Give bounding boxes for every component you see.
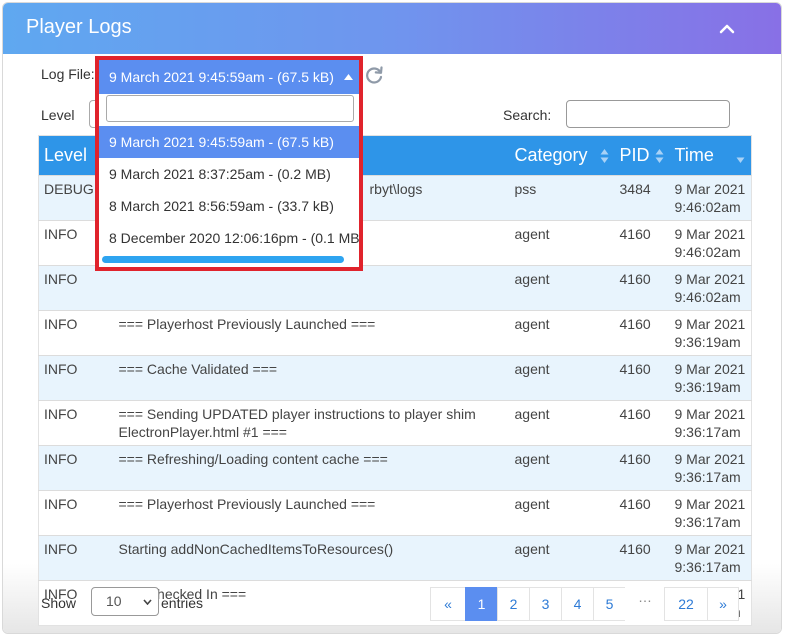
cell-message: === Playerhost Previously Launched === (113, 310, 510, 356)
cell-pid: 4160 (614, 445, 670, 491)
log-file-selected-value: 9 March 2021 9:45:59am - (67.5 kB) (109, 69, 334, 85)
table-row: INFO Starting addNonCachedItemsToResourc… (38, 535, 752, 581)
cell-category: agent (509, 490, 615, 536)
log-file-search-input[interactable] (106, 95, 354, 122)
cell-category: agent (509, 535, 615, 581)
column-header-category-label: Category (514, 145, 588, 165)
refresh-icon[interactable] (363, 64, 385, 86)
cell-level: INFO (38, 400, 114, 446)
caret-up-icon (344, 74, 353, 80)
cell-pid: 4160 (614, 265, 670, 311)
panel-header: Player Logs (3, 3, 781, 54)
cell-message: Starting addNonCachedItemsToResources() (113, 535, 510, 581)
cell-pid: 4160 (614, 310, 670, 356)
cell-time: 9 Mar 2021 9:36:17am (669, 445, 752, 491)
cell-time: 9 Mar 2021 9:46:02am (669, 265, 752, 311)
cell-category: agent (509, 265, 615, 311)
cell-time: 9 Mar 2021 9:36:17am (669, 535, 752, 581)
log-file-select[interactable]: 9 March 2021 9:45:59am - (67.5 kB) (99, 60, 359, 94)
log-file-option[interactable]: 9 March 2021 9:45:59am - (67.5 kB) (99, 126, 359, 158)
panel-title: Player Logs (26, 16, 132, 38)
page-length-value: 10 (106, 593, 122, 609)
chevron-up-icon[interactable] (717, 19, 737, 39)
cell-time: 9 Mar 2021 9:36:19am (669, 355, 752, 401)
cell-time: 9 Mar 2021 9:36:19am (669, 310, 752, 356)
pagination-ellipsis: … (625, 587, 665, 621)
cell-message: === Sending UPDATED player instructions … (113, 400, 510, 446)
dropdown-scrollbar[interactable] (102, 256, 344, 263)
table-row: INFO === Playerhost Previously Launched … (38, 490, 752, 536)
search-label: Search: (503, 107, 552, 123)
sort-icon (655, 149, 663, 163)
cell-message: === Cache Validated === (113, 355, 510, 401)
page-length-select[interactable]: 10 (91, 587, 159, 616)
next-page-button[interactable]: » (707, 587, 739, 621)
cell-category: agent (509, 445, 615, 491)
cell-message: === Playerhost Previously Launched === (113, 490, 510, 536)
cell-category: pss (509, 175, 615, 221)
log-file-label: Log File: (41, 66, 95, 82)
cell-time: 9 Mar 2021 9:46:02am (669, 220, 752, 266)
log-file-options: 9 March 2021 9:45:59am - (67.5 kB) 9 Mar… (99, 126, 359, 254)
cell-level: INFO (38, 265, 114, 311)
log-file-option[interactable]: 8 March 2021 8:56:59am - (33.7 kB) (99, 190, 359, 222)
cell-level: INFO (38, 535, 114, 581)
column-header-category[interactable]: Category (509, 135, 615, 176)
table-row: INFO === Sending UPDATED player instruct… (38, 400, 752, 446)
sort-desc-icon (736, 157, 745, 163)
player-logs-panel: Player Logs Log File: Level Search: Leve… (2, 2, 782, 634)
show-label: Show (41, 595, 77, 611)
cell-pid: 4160 (614, 490, 670, 536)
log-file-option[interactable]: 9 March 2021 8:37:25am - (0.2 MB) (99, 158, 359, 190)
cell-level: INFO (38, 445, 114, 491)
page-button-5[interactable]: 5 (593, 587, 626, 621)
page-button-1[interactable]: 1 (465, 587, 498, 621)
page-button-2[interactable]: 2 (497, 587, 530, 621)
cell-message (113, 265, 510, 311)
column-header-time[interactable]: Time (669, 135, 752, 176)
cell-level: INFO (38, 310, 114, 356)
chevron-down-icon (143, 599, 152, 605)
cell-level: INFO (38, 490, 114, 536)
entries-label: entries (161, 595, 204, 611)
log-file-option[interactable]: 8 December 2020 12:06:16pm - (0.1 MB) (99, 222, 359, 254)
column-header-pid-label: PID (619, 145, 650, 165)
cell-category: agent (509, 310, 615, 356)
search-input[interactable] (566, 100, 730, 128)
sort-icon (600, 149, 608, 163)
log-file-dropdown: 9 March 2021 9:45:59am - (67.5 kB) 9 Mar… (95, 56, 363, 271)
page-button-22[interactable]: 22 (664, 587, 708, 621)
cell-pid: 4160 (614, 220, 670, 266)
cell-message: === Refreshing/Loading content cache === (113, 445, 510, 491)
column-header-pid[interactable]: PID (614, 135, 670, 176)
cell-pid: 4160 (614, 355, 670, 401)
cell-level: INFO (38, 355, 114, 401)
page-button-3[interactable]: 3 (529, 587, 562, 621)
column-header-time-label: Time (674, 145, 714, 165)
table-row: INFO agent 4160 9 Mar 2021 9:46:02am (38, 265, 752, 311)
cell-time: 9 Mar 2021 9:36:17am (669, 400, 752, 446)
cell-category: agent (509, 400, 615, 446)
cell-time: 9 Mar 2021 9:46:02am (669, 175, 752, 221)
level-filter-label: Level (41, 107, 75, 123)
cell-category: agent (509, 355, 615, 401)
cell-time: 9 Mar 2021 9:36:17am (669, 490, 752, 536)
table-row: INFO === Playerhost Previously Launched … (38, 310, 752, 356)
table-row: INFO === Refreshing/Loading content cach… (38, 445, 752, 491)
page-button-4[interactable]: 4 (561, 587, 594, 621)
cell-pid: 4160 (614, 400, 670, 446)
prev-page-button[interactable]: « (430, 587, 466, 621)
cell-pid: 3484 (614, 175, 670, 221)
cell-pid: 4160 (614, 535, 670, 581)
column-header-level-label: Level (44, 145, 88, 165)
pagination: « 1 2 3 4 5 … 22 » (430, 587, 739, 621)
table-row: INFO === Cache Validated === agent 4160 … (38, 355, 752, 401)
cell-category: agent (509, 220, 615, 266)
